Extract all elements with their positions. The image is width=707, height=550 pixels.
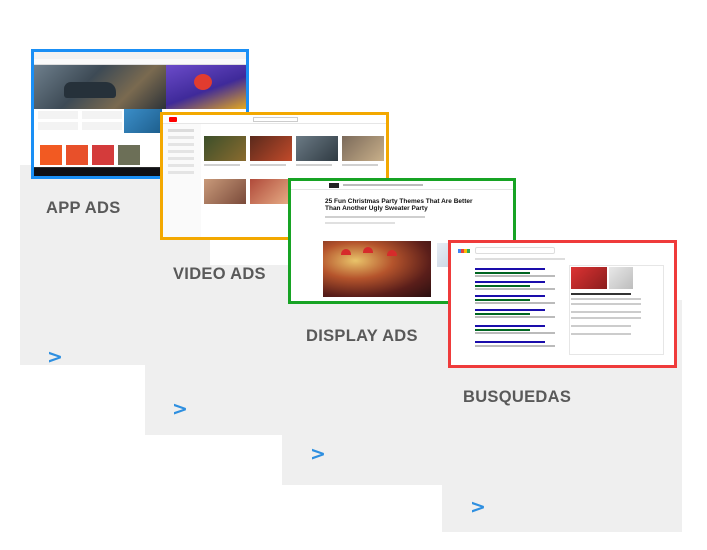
store-tile xyxy=(82,122,122,130)
display-ads-label: DISPLAY ADS xyxy=(306,327,418,345)
result-snippet xyxy=(475,316,555,318)
sidebar-item xyxy=(168,143,194,146)
sidebar-item xyxy=(168,157,194,160)
result-url xyxy=(475,299,530,301)
result-snippet xyxy=(475,345,555,347)
store-title-bar xyxy=(34,52,246,59)
result-title xyxy=(475,341,545,343)
app-ads-label: APP ADS xyxy=(46,199,121,217)
bird-shape xyxy=(194,74,212,90)
knowledge-panel-line xyxy=(571,303,641,305)
santa-hat-shape xyxy=(363,247,373,253)
video-title-line xyxy=(204,164,240,166)
store-tile xyxy=(38,122,78,130)
result-title xyxy=(475,325,545,327)
search-bar xyxy=(253,117,298,122)
article-headline: 25 Fun Christmas Party Themes That Are B… xyxy=(325,198,473,213)
sidebar-item xyxy=(168,129,194,132)
knowledge-panel-line xyxy=(571,325,631,327)
sidebar-item xyxy=(168,164,194,167)
knowledge-panel-line xyxy=(571,298,641,300)
result-url xyxy=(475,285,530,287)
article-subtitle-line xyxy=(325,216,425,218)
result-snippet xyxy=(475,288,555,290)
knowledge-panel-line xyxy=(571,311,641,313)
sidebar-item xyxy=(168,171,194,174)
knowledge-panel-line xyxy=(571,317,641,319)
santa-hat-shape xyxy=(341,249,351,255)
result-url xyxy=(475,272,530,274)
sidebar-item xyxy=(168,136,194,139)
chevron-right-icon[interactable]: > xyxy=(47,346,63,368)
result-url xyxy=(475,329,530,331)
video-thumbnail xyxy=(296,136,338,161)
video-thumbnail xyxy=(250,179,292,204)
pick-tile xyxy=(66,145,88,165)
article-meta-line xyxy=(325,222,395,224)
video-ads-label: VIDEO ADS xyxy=(173,265,266,283)
video-title-line xyxy=(250,164,286,166)
knowledge-panel-image xyxy=(571,267,607,289)
sidebar-item xyxy=(168,150,194,153)
search-screenshot xyxy=(448,240,677,368)
video-title-line xyxy=(342,164,378,166)
youtube-sidebar xyxy=(163,124,201,237)
result-snippet xyxy=(475,302,555,304)
video-thumbnail xyxy=(204,179,246,204)
car-shape xyxy=(64,82,116,98)
result-title xyxy=(475,281,545,283)
knowledge-panel-line xyxy=(571,333,631,335)
result-snippet xyxy=(475,275,555,277)
result-title xyxy=(475,309,545,311)
store-tile xyxy=(82,111,122,119)
site-logo xyxy=(329,183,339,188)
pick-tile xyxy=(92,145,114,165)
result-snippet xyxy=(475,332,555,334)
chevron-right-icon[interactable]: > xyxy=(172,398,188,420)
store-tile xyxy=(38,111,78,119)
video-thumbnail xyxy=(204,136,246,161)
search-tabs xyxy=(475,258,565,260)
video-thumbnail xyxy=(250,136,292,161)
santa-hat-shape xyxy=(387,250,397,256)
nav-links xyxy=(343,184,423,186)
knowledge-panel-title xyxy=(571,293,631,295)
store-tile-image xyxy=(124,109,162,133)
result-title xyxy=(475,295,545,297)
google-logo xyxy=(458,249,470,253)
result-title xyxy=(475,268,545,270)
search-label: BUSQUEDAS xyxy=(463,388,572,406)
video-thumbnail xyxy=(342,136,384,161)
chevron-right-icon[interactable]: > xyxy=(310,443,326,465)
party-photo xyxy=(323,241,431,297)
result-url xyxy=(475,313,530,315)
video-title-line xyxy=(296,164,332,166)
pick-tile xyxy=(118,145,140,165)
search-box xyxy=(475,247,555,254)
youtube-logo-icon xyxy=(169,117,177,122)
chevron-right-icon[interactable]: > xyxy=(470,496,486,518)
knowledge-panel-image xyxy=(609,267,633,289)
pick-tile xyxy=(40,145,62,165)
